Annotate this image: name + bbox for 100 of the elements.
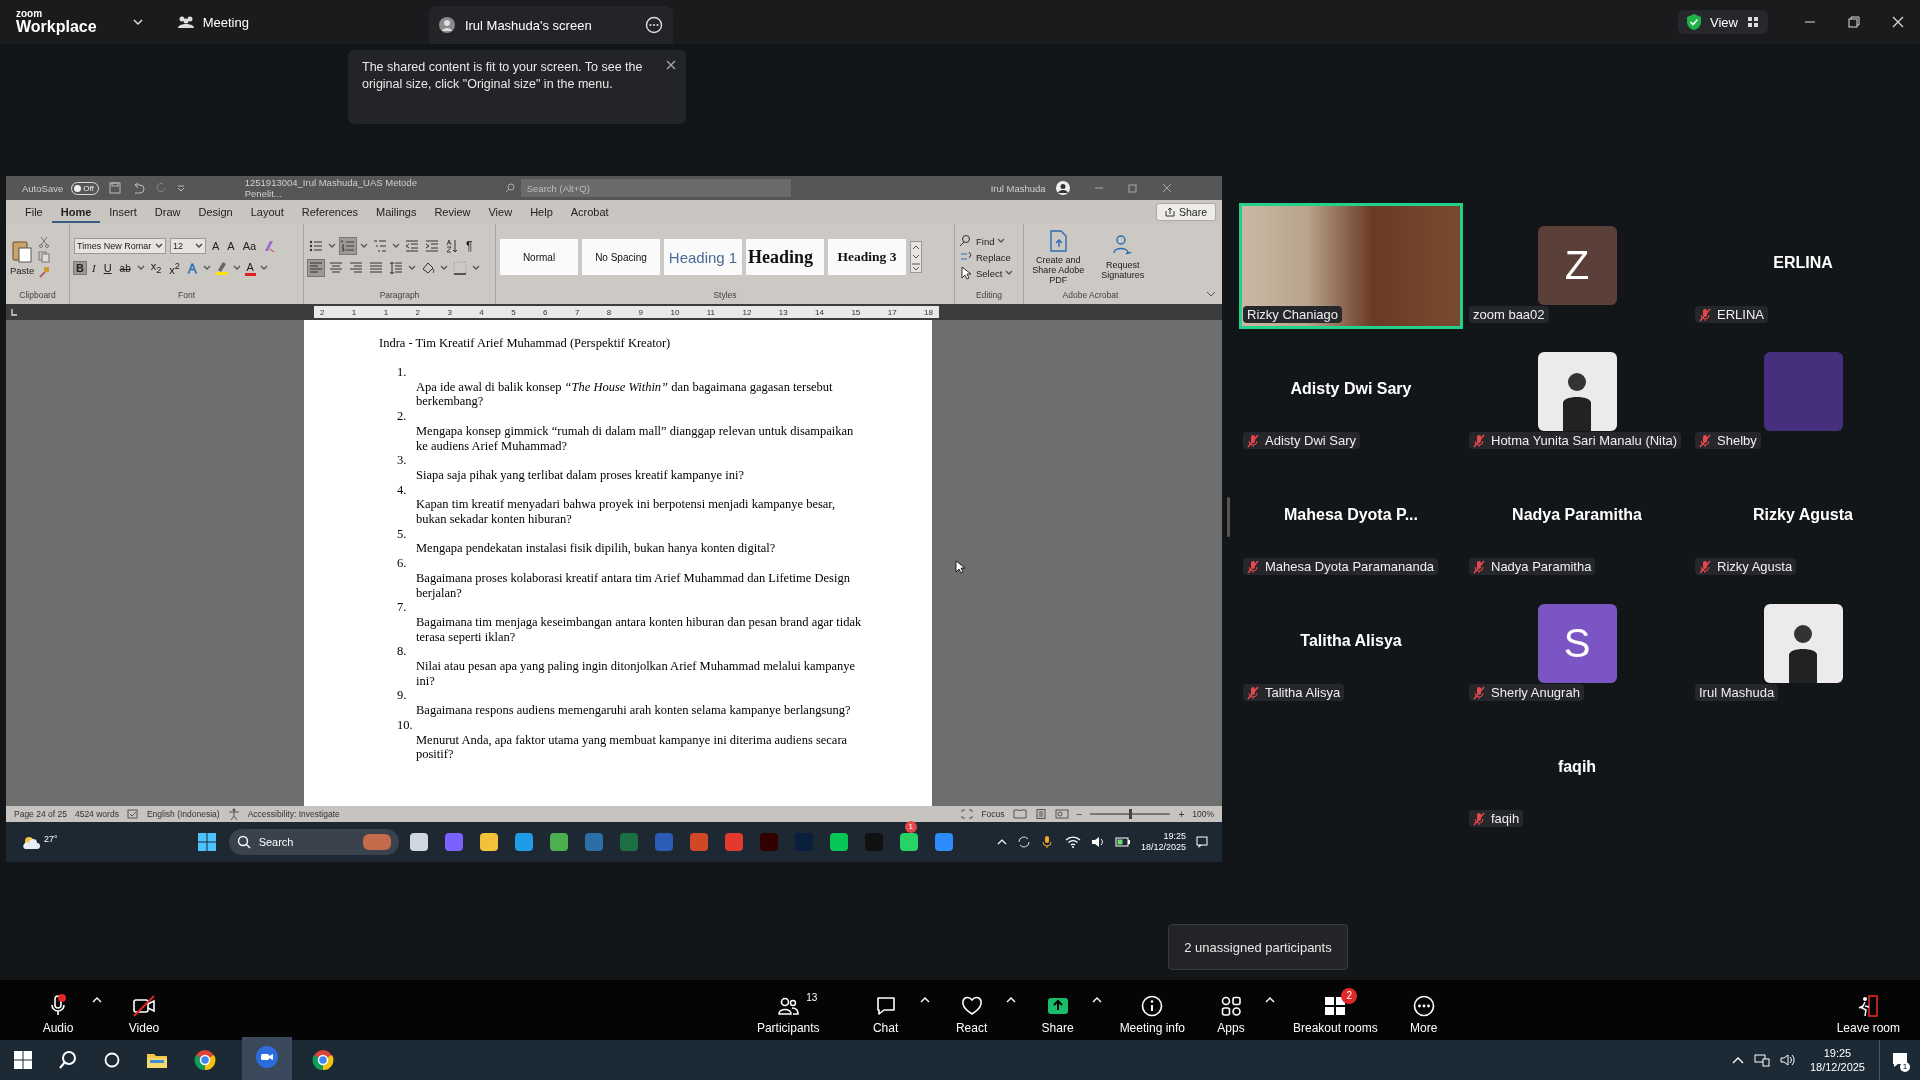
circle-icon[interactable] [104, 1052, 120, 1068]
clock-time[interactable]: 19:25 [1163, 831, 1186, 842]
format-button[interactable]: B [74, 262, 86, 274]
search-field[interactable]: Search (Alt+Q) [520, 179, 791, 197]
chevron-up-icon[interactable] [1731, 1056, 1744, 1064]
clock-date[interactable]: 18/12/2025 [1809, 1060, 1865, 1074]
proofing-icon[interactable] [126, 809, 139, 819]
app-icon[interactable] [934, 833, 953, 851]
font-name-field[interactable]: Times New Romar [74, 238, 166, 255]
document-title[interactable]: 1251913004_Irul Mashuda_UAS Metode Penelit... [244, 177, 455, 199]
editing-command[interactable]: Replace [959, 250, 1011, 264]
ribbon-tab[interactable]: Help [521, 201, 562, 223]
chevron-up-icon[interactable] [996, 838, 1007, 846]
word-count[interactable]: 4524 words [74, 809, 119, 819]
format-button[interactable]: ab [117, 262, 133, 274]
style-preset[interactable]: Normal [500, 239, 578, 275]
editing-command[interactable]: Find [959, 234, 1006, 248]
format-button[interactable]: U [101, 262, 114, 274]
highlighter-icon[interactable] [214, 261, 229, 275]
brush-icon[interactable] [38, 266, 51, 278]
style-preset[interactable]: Heading 1 [664, 239, 742, 275]
style-preset[interactable]: Heading [746, 239, 824, 275]
share-button[interactable]: Share [1155, 203, 1216, 221]
toolbar-button[interactable]: 13 Participants [752, 985, 824, 1035]
page-count[interactable]: Page 24 of 25 [14, 809, 67, 819]
avatar-icon[interactable] [1055, 181, 1070, 195]
increase-indent-icon[interactable] [424, 238, 440, 254]
zoom-slider-thumb[interactable] [1129, 809, 1133, 819]
format-button[interactable]: x$^{2}$ [167, 260, 182, 276]
caret-icon[interactable] [195, 243, 203, 250]
align-right-icon[interactable] [348, 260, 364, 276]
sort-icon[interactable] [444, 238, 460, 254]
read-mode-icon[interactable] [1012, 809, 1027, 819]
battery-icon[interactable] [1114, 837, 1131, 847]
cut-icon[interactable] [38, 236, 51, 248]
notification-icon[interactable] [1892, 1052, 1908, 1068]
app-icon[interactable] [479, 833, 498, 851]
bullets-icon[interactable] [308, 238, 324, 254]
font-tool-button[interactable]: A [210, 240, 222, 253]
microphone-icon[interactable] [1040, 835, 1055, 849]
caret-up-icon[interactable] [919, 995, 930, 1004]
format-button[interactable]: x$_{2}$ [148, 260, 164, 276]
toolbar-button[interactable]: Apps [1203, 985, 1259, 1035]
accessibility-status[interactable]: Accessibility: Investigate [247, 809, 340, 819]
format-button[interactable]: A [244, 260, 256, 276]
borders-icon[interactable] [452, 260, 468, 276]
ribbon-tab[interactable]: Insert [100, 201, 146, 223]
caret-icon[interactable] [155, 243, 163, 250]
sync-icon[interactable] [1016, 835, 1031, 849]
user-name[interactable]: Irul Mashuda [990, 182, 1046, 194]
zoom-out-button[interactable]: − [1076, 808, 1083, 820]
acrobat-command[interactable]: Create and Share Adobe PDF [1028, 229, 1089, 285]
ribbon-tab[interactable]: Acrobat [561, 201, 618, 223]
copy-icon[interactable] [38, 251, 51, 263]
zoom-percent[interactable]: 100% [1192, 809, 1214, 819]
font-tool-button[interactable]: Aa [240, 240, 259, 253]
shading-icon[interactable] [420, 260, 436, 276]
print-layout-icon[interactable] [1034, 809, 1047, 819]
temperature-label[interactable]: 27° [44, 834, 58, 844]
line-spacing-icon[interactable] [388, 260, 404, 276]
wifi-icon[interactable] [1064, 836, 1081, 848]
format-button[interactable]: I [89, 262, 98, 274]
expand-gallery-icon[interactable] [911, 262, 921, 272]
ribbon-tab[interactable]: Design [189, 201, 242, 223]
ribbon-tab[interactable]: References [292, 201, 368, 223]
speaker-icon[interactable] [1779, 1053, 1796, 1067]
ribbon-tab[interactable]: View [479, 201, 522, 223]
accessibility-icon[interactable] [227, 808, 240, 820]
acrobat-command[interactable]: Request Signatures [1092, 234, 1153, 280]
toolbar-button[interactable]: Audio [30, 985, 86, 1035]
start-icon[interactable] [14, 1051, 32, 1069]
ribbon-tab[interactable]: Mailings [367, 201, 426, 223]
restore-icon[interactable] [1848, 16, 1860, 28]
toolbar-button[interactable]: Chat [857, 985, 914, 1035]
folder-icon[interactable] [146, 1051, 168, 1069]
caret-up-icon[interactable] [1091, 995, 1102, 1004]
caret-up-icon[interactable] [1005, 995, 1016, 1004]
shield-icon[interactable] [1686, 13, 1703, 31]
weather-icon[interactable] [20, 834, 42, 850]
zoom-app-icon[interactable] [256, 1046, 278, 1068]
more-icon[interactable] [644, 16, 663, 34]
multilevel-list-icon[interactable] [372, 238, 388, 254]
toolbar-button[interactable]: Share [1029, 985, 1086, 1035]
font-size-field[interactable]: 12 [170, 238, 206, 255]
ribbon-tab[interactable]: File [16, 201, 52, 223]
paste-button[interactable]: Paste [10, 238, 35, 276]
style-preset[interactable]: Heading 3 [828, 239, 906, 275]
ribbon-tab[interactable]: Layout [241, 201, 293, 223]
notification-icon[interactable] [1196, 836, 1208, 848]
toolbar-button[interactable]: React [943, 985, 1000, 1035]
people-icon[interactable] [176, 15, 195, 29]
app-icon[interactable] [409, 833, 428, 851]
font-tool-button[interactable]: A [225, 240, 237, 253]
save-icon[interactable] [108, 182, 121, 194]
app-icon[interactable] [549, 833, 568, 851]
style-preset[interactable]: No Spacing [582, 239, 660, 275]
search-icon[interactable] [58, 1050, 78, 1070]
clock-time[interactable]: 19:25 [1823, 1046, 1852, 1060]
clock-date[interactable]: 18/12/2025 [1140, 842, 1186, 853]
leave-button[interactable]: Leave room [1832, 985, 1904, 1035]
